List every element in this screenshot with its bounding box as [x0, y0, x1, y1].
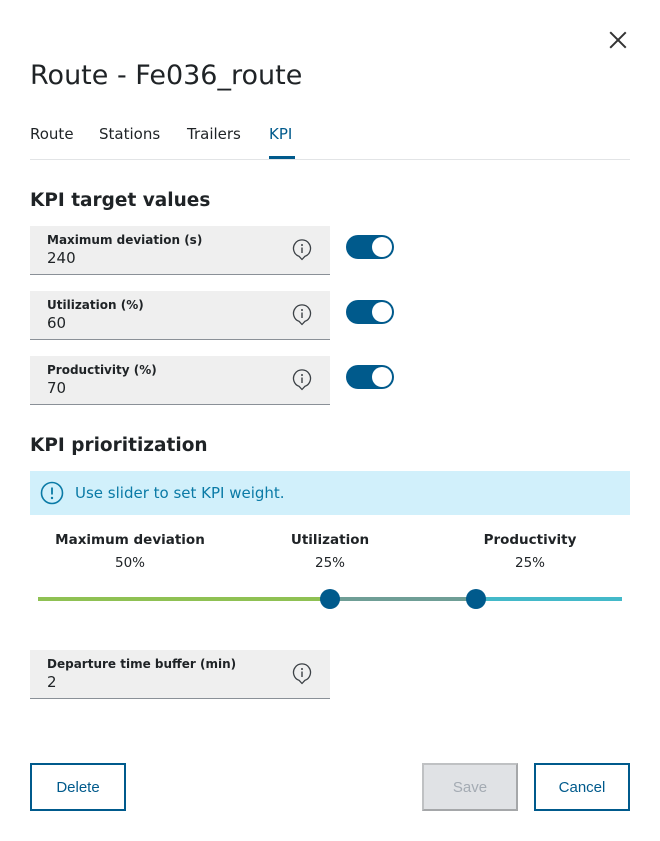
utilization-field[interactable]: Utilization (%) 60 — [30, 291, 330, 340]
kpi-target-values-heading: KPI target values — [30, 190, 211, 211]
productivity-field[interactable]: Productivity (%) 70 — [30, 356, 330, 405]
tab-route[interactable]: Route — [30, 125, 74, 143]
weight-max-deviation: Maximum deviation 50% — [50, 532, 210, 571]
weight-name: Utilization — [290, 532, 370, 548]
notice-text: Use slider to set KPI weight. — [75, 484, 285, 502]
tab-kpi[interactable]: KPI — [269, 125, 292, 143]
slider-notice: Use slider to set KPI weight. — [30, 471, 630, 515]
productivity-label: Productivity (%) — [47, 363, 157, 377]
slider-segment-utilization — [330, 597, 476, 601]
toggle-knob — [372, 302, 392, 322]
max-deviation-label: Maximum deviation (s) — [47, 233, 203, 247]
slider-segment-productivity — [476, 597, 622, 601]
weight-name: Maximum deviation — [55, 532, 205, 548]
productivity-toggle[interactable] — [346, 365, 394, 389]
info-icon[interactable] — [292, 304, 312, 326]
slider-handle-1[interactable] — [320, 589, 340, 609]
utilization-toggle[interactable] — [346, 300, 394, 324]
weight-productivity: Productivity 25% — [450, 532, 610, 571]
toggle-knob — [372, 237, 392, 257]
weight-utilization: Utilization 25% — [250, 532, 410, 571]
departure-buffer-field[interactable]: Departure time buffer (min) 2 — [30, 650, 330, 699]
kpi-prioritization-heading: KPI prioritization — [30, 435, 208, 456]
weight-name: Productivity — [483, 532, 577, 548]
max-deviation-toggle[interactable] — [346, 235, 394, 259]
close-icon[interactable] — [606, 28, 630, 52]
weight-percent: 25% — [514, 555, 545, 571]
weight-percent: 50% — [114, 555, 145, 571]
kpi-weight-slider[interactable] — [38, 585, 622, 613]
max-deviation-value[interactable]: 240 — [47, 249, 76, 267]
cancel-button[interactable]: Cancel — [534, 763, 630, 811]
utilization-label: Utilization (%) — [47, 298, 144, 312]
info-icon[interactable] — [292, 369, 312, 391]
departure-buffer-value[interactable]: 2 — [47, 673, 57, 691]
productivity-value[interactable]: 70 — [47, 379, 66, 397]
save-button[interactable]: Save — [422, 763, 518, 811]
tab-bar: Route Stations Trailers KPI — [30, 120, 630, 160]
tab-trailers[interactable]: Trailers — [187, 125, 241, 143]
active-tab-indicator — [269, 156, 295, 159]
tab-stations[interactable]: Stations — [99, 125, 160, 143]
info-circle-icon — [40, 481, 64, 505]
departure-buffer-label: Departure time buffer (min) — [47, 657, 237, 671]
weight-percent: 25% — [314, 555, 345, 571]
dialog-title: Route - Fe036_route — [30, 60, 303, 91]
max-deviation-field[interactable]: Maximum deviation (s) 240 — [30, 226, 330, 275]
slider-handle-2[interactable] — [466, 589, 486, 609]
utilization-value[interactable]: 60 — [47, 314, 66, 332]
slider-segment-max-deviation — [38, 597, 330, 601]
info-icon[interactable] — [292, 239, 312, 261]
delete-button[interactable]: Delete — [30, 763, 126, 811]
toggle-knob — [372, 367, 392, 387]
info-icon[interactable] — [292, 663, 312, 685]
